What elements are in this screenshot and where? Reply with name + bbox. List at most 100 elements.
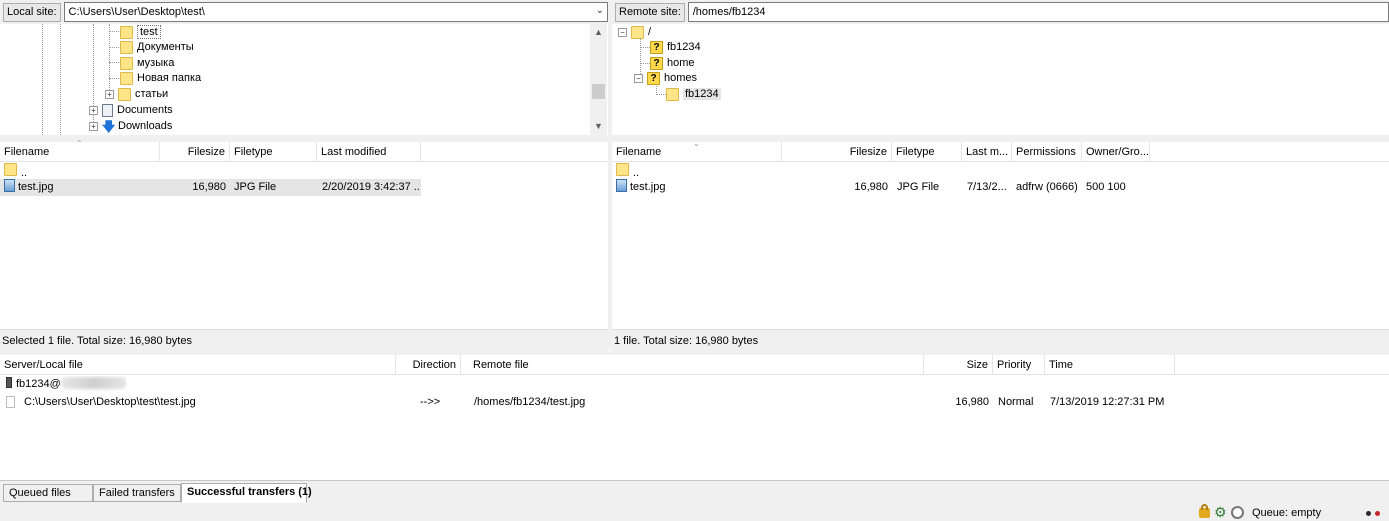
column-direction[interactable]: Direction — [396, 355, 461, 375]
tree-node-music[interactable]: музыка — [120, 55, 174, 71]
gear-icon[interactable]: ⚙ — [1214, 505, 1227, 519]
list-item-selected[interactable]: test.jpg 16,980 JPG File 2/20/2019 3:42:… — [0, 179, 421, 196]
collapse-icon[interactable]: − — [618, 27, 627, 37]
folder-icon — [120, 25, 133, 39]
column-time[interactable]: Time — [1045, 355, 1175, 375]
queue-size: 16,980 — [955, 396, 989, 408]
tree-node-home[interactable]: ? home — [650, 55, 695, 71]
file-modified: 7/13/2... — [967, 181, 1007, 193]
tree-node-fb1234[interactable]: ? fb1234 — [650, 39, 701, 55]
list-item[interactable]: .. — [612, 163, 1152, 180]
file-name: .. — [633, 167, 640, 179]
column-last-modified[interactable]: Last modified — [317, 142, 421, 162]
sort-indicator-icon: ⌃ — [76, 139, 83, 148]
file-name: test.jpg — [18, 181, 54, 193]
tree-node-label: homes — [664, 72, 698, 84]
queue-local-file: C:\Users\User\Desktop\test\test.jpg — [24, 396, 196, 408]
queue-remote-file: /homes/fb1234/test.jpg — [474, 396, 586, 408]
column-owner-group[interactable]: Owner/Gro... — [1082, 142, 1150, 162]
documents-icon — [102, 103, 113, 117]
column-last-modified[interactable]: Last m... — [962, 142, 1012, 162]
local-path-combo[interactable]: C:\Users\User\Desktop\test\ ⌄ — [63, 2, 608, 22]
server-name: fb1234@ — [16, 378, 61, 390]
activity-indicator — [1375, 511, 1380, 516]
column-remote-file[interactable]: Remote file — [469, 355, 924, 375]
folder-icon — [631, 25, 644, 39]
expand-icon[interactable]: + — [89, 121, 98, 131]
column-priority[interactable]: Priority — [993, 355, 1045, 375]
transfer-queue[interactable]: Server/Local file Direction Remote file … — [0, 355, 1389, 480]
folder-icon — [4, 163, 17, 176]
expand-icon[interactable]: + — [89, 105, 98, 115]
file-name: .. — [21, 167, 28, 179]
queue-priority: Normal — [998, 396, 1034, 408]
tree-node-label: home — [667, 57, 695, 69]
tree-node-label: Новая папка — [137, 72, 202, 84]
sort-indicator-icon: ⌄ — [693, 139, 700, 148]
file-type: JPG File — [234, 181, 277, 193]
tree-node-documents[interactable]: + Documents — [89, 102, 173, 118]
scroll-thumb[interactable] — [592, 84, 605, 99]
tree-node-homes-fb1234[interactable]: fb1234 — [666, 86, 721, 102]
list-item[interactable]: test.jpg 16,980 JPG File 7/13/2... adfrw… — [612, 179, 1152, 196]
local-site-bar: Local site: C:\Users\User\Desktop\test\ … — [0, 0, 608, 24]
remote-path-combo[interactable]: /homes/fb1234 — [687, 2, 1389, 22]
scroll-down-icon[interactable]: ▼ — [590, 118, 607, 135]
chevron-down-icon[interactable]: ⌄ — [596, 5, 604, 16]
tree-node-documents-ru[interactable]: Документы — [120, 39, 194, 55]
queue-file-row[interactable]: C:\Users\User\Desktop\test\test.jpg -->>… — [0, 394, 1389, 411]
column-size[interactable]: Size — [924, 355, 993, 375]
local-file-list[interactable]: Filename Filesize Filetype Last modified… — [0, 139, 608, 329]
remote-list-header: Filename Filesize Filetype Last m... Per… — [612, 139, 1389, 162]
column-permissions[interactable]: Permissions — [1012, 142, 1082, 162]
tree-node-label: Downloads — [118, 120, 173, 132]
tree-node-label: Documents — [117, 104, 173, 116]
tree-node-articles[interactable]: + статьи — [105, 86, 168, 102]
column-filetype[interactable]: Filetype — [892, 142, 962, 162]
queue-server-row[interactable]: fb1234@ — [0, 376, 600, 393]
tab-failed-transfers[interactable]: Failed transfers — [93, 484, 181, 502]
tree-node-label: статьи — [135, 88, 169, 100]
tab-successful-transfers[interactable]: Successful transfers (1) — [181, 483, 312, 503]
tree-node-label: fb1234 — [667, 41, 701, 53]
tree-node-root[interactable]: − / — [618, 24, 651, 40]
local-tree[interactable]: test Документы музыка Новая папка + стат… — [0, 24, 608, 135]
file-type: JPG File — [897, 181, 940, 193]
folder-icon — [118, 87, 131, 101]
local-tree-scrollbar[interactable]: ▲ ▼ — [590, 24, 607, 135]
activity-indicator — [1366, 511, 1371, 516]
tab-queued-files[interactable]: Queued files — [3, 484, 93, 502]
local-site-label: Local site: — [3, 2, 61, 22]
column-filesize[interactable]: Filesize — [782, 142, 892, 162]
remote-site-bar: Remote site: /homes/fb1234 — [612, 0, 1389, 24]
queue-status[interactable]: Queue: empty — [1252, 506, 1321, 520]
column-filesize[interactable]: Filesize — [160, 142, 230, 162]
tree-node-homes[interactable]: − ? homes — [634, 70, 697, 86]
tree-node-new-folder[interactable]: Новая папка — [120, 70, 201, 86]
tree-node-label: / — [648, 26, 652, 38]
column-filetype[interactable]: Filetype — [230, 142, 317, 162]
file-size: 16,980 — [854, 181, 888, 193]
local-status: Selected 1 file. Total size: 16,980 byte… — [0, 329, 608, 351]
expand-icon[interactable]: + — [105, 89, 114, 99]
tree-node-label: музыка — [137, 57, 175, 69]
collapse-icon[interactable]: − — [634, 73, 643, 83]
column-server-local-file[interactable]: Server/Local file — [0, 355, 396, 375]
speed-icon[interactable] — [1231, 506, 1244, 519]
redacted-host — [60, 377, 127, 389]
folder-icon — [120, 56, 133, 70]
tree-node-test[interactable]: test — [120, 24, 161, 40]
file-icon — [4, 179, 15, 192]
tree-node-label: test — [137, 25, 161, 39]
remote-tree[interactable]: − / ? fb1234 ? home − ? homes fb1234 — [612, 24, 1389, 135]
file-icon — [616, 179, 627, 192]
list-item[interactable]: .. — [0, 163, 421, 180]
file-icon — [6, 396, 15, 408]
tree-node-downloads[interactable]: + 🡇 Downloads — [89, 118, 172, 134]
download-icon: 🡇 — [102, 118, 116, 134]
status-bar: ⚙ Queue: empty — [0, 504, 1389, 521]
tree-node-label: Документы — [137, 41, 194, 53]
scroll-up-icon[interactable]: ▲ — [590, 24, 607, 41]
folder-icon — [120, 71, 133, 85]
remote-file-list[interactable]: Filename Filesize Filetype Last m... Per… — [612, 139, 1389, 329]
